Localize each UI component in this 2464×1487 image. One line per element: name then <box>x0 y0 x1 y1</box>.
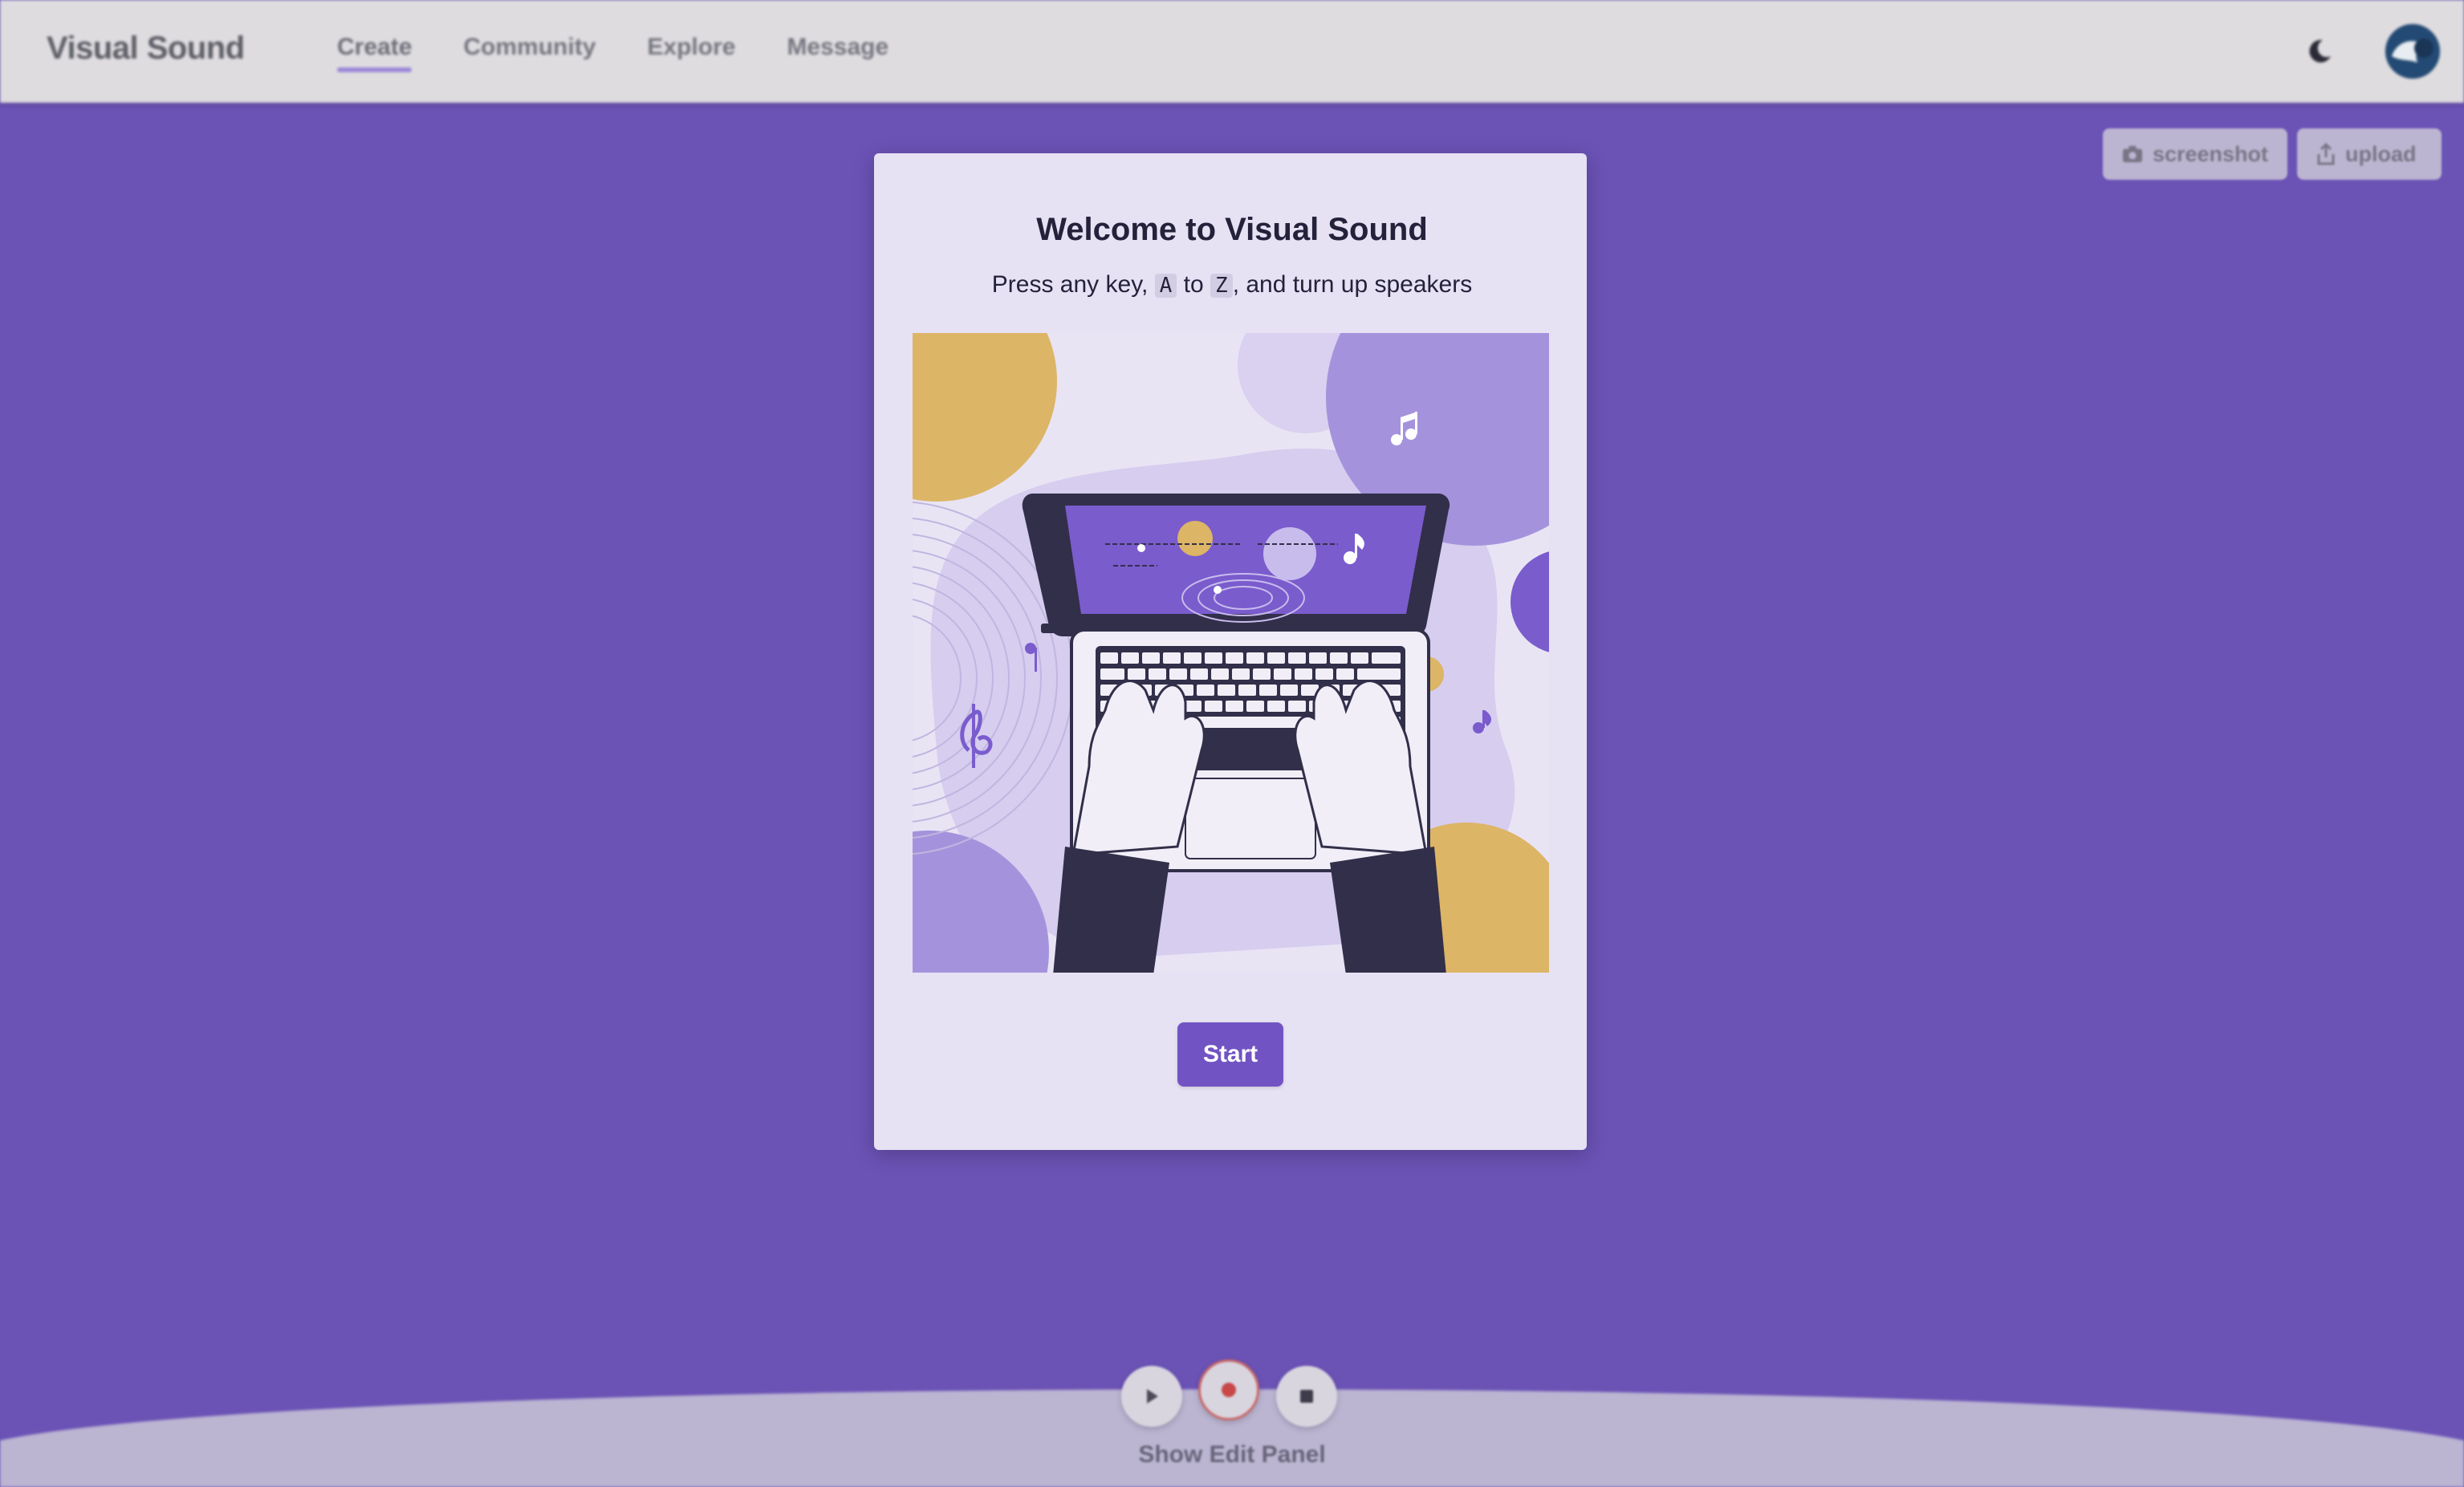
show-edit-panel-link[interactable]: Show Edit Panel <box>0 1441 2464 1469</box>
record-button[interactable] <box>1198 1359 1259 1420</box>
upload-button[interactable]: upload <box>2297 128 2442 180</box>
welcome-title: Welcome to Visual Sound <box>1036 212 1428 247</box>
screenshot-button[interactable]: screenshot <box>2103 128 2287 180</box>
avatar-image <box>2385 24 2440 79</box>
screenshot-label: screenshot <box>2152 141 2268 166</box>
key-a-badge: A <box>1154 274 1177 298</box>
subtitle-text-before: Press any key, <box>991 271 1149 298</box>
brand-logo[interactable]: Visual Sound <box>47 30 245 67</box>
key-z-badge: Z <box>1210 274 1233 298</box>
stop-icon <box>1300 1390 1313 1403</box>
start-button[interactable]: Start <box>1177 1022 1283 1087</box>
laptop-illustration <box>913 333 1549 973</box>
play-icon <box>1147 1389 1158 1404</box>
subtitle-text-after: , and turn up speakers <box>1232 271 1473 298</box>
upload-label: upload <box>2345 141 2417 166</box>
nav-item-community[interactable]: Community <box>463 34 596 72</box>
top-navbar: Visual Sound Create Community Explore Me… <box>0 0 2464 103</box>
main-nav: Create Community Explore Message <box>337 34 888 72</box>
record-icon <box>1222 1383 1236 1397</box>
welcome-subtitle: Press any key, A to Z, and turn up speak… <box>0 271 2464 299</box>
play-button[interactable] <box>1121 1366 1182 1427</box>
moon-icon[interactable] <box>2305 37 2334 66</box>
nav-item-create[interactable]: Create <box>337 34 413 72</box>
avatar[interactable] <box>2385 24 2440 79</box>
upload-icon <box>2317 143 2335 165</box>
subtitle-text-mid: to <box>1183 271 1204 298</box>
nav-item-message[interactable]: Message <box>787 34 888 72</box>
camera-icon <box>2122 145 2143 163</box>
nav-item-explore[interactable]: Explore <box>647 34 735 72</box>
stop-button[interactable] <box>1276 1366 1337 1427</box>
